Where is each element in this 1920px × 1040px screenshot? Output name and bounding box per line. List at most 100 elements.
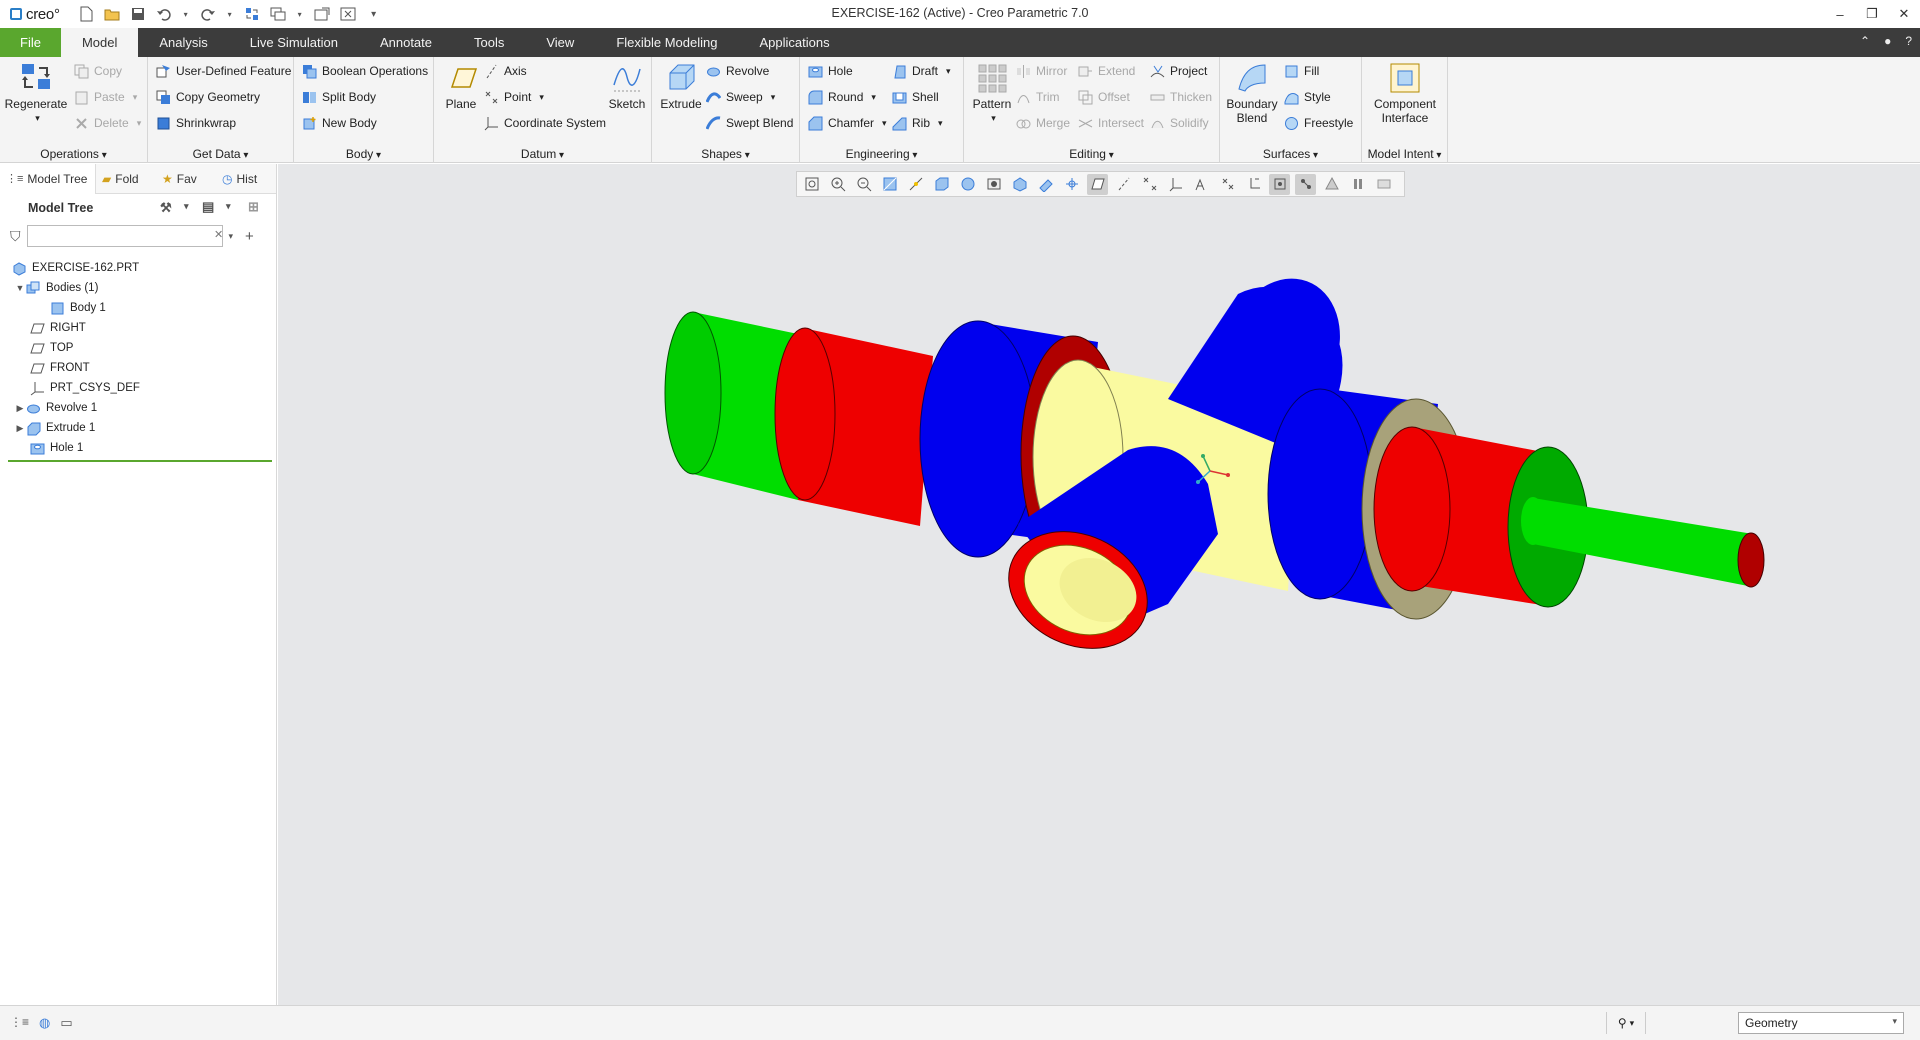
tab-model[interactable]: Model (60, 28, 139, 57)
boolean-operations-button[interactable]: Boolean Operations (302, 61, 428, 81)
tree-item-hole-1[interactable]: Hole 1 (0, 438, 276, 458)
toggle-navigator-icon[interactable]: ⋮≡ (10, 1015, 29, 1031)
pause-icon[interactable] (1347, 174, 1368, 195)
coordinate-system-button[interactable]: Coordinate System (484, 113, 606, 133)
tree-item-part[interactable]: EXERCISE-162.PRT (0, 258, 276, 278)
plane-display-icon[interactable] (1087, 173, 1108, 195)
undo-dropdown-icon[interactable]: ▾ (182, 6, 190, 22)
intersect-button[interactable]: Intersect (1078, 113, 1144, 133)
tree-item-csys[interactable]: PRT_CSYS_DEF (0, 378, 276, 398)
regenerate-icon[interactable] (244, 6, 260, 22)
tree-search-input[interactable] (26, 225, 223, 247)
tree-item-body-1[interactable]: Body 1 (0, 298, 276, 318)
point-button[interactable]: Point ▾ (484, 87, 544, 107)
group-label-model-intent[interactable]: Model Intent (1362, 147, 1447, 161)
paste-button[interactable]: Paste ▾ (74, 87, 137, 107)
shrinkwrap-button[interactable]: Shrinkwrap (156, 113, 236, 133)
tab-model-tree[interactable]: ⋮≡ Model Tree (0, 163, 96, 194)
help-icon[interactable]: ? (1905, 34, 1912, 48)
annotation-display-icon[interactable] (1191, 174, 1212, 195)
shell-button[interactable]: Shell (892, 87, 939, 107)
filter-icon[interactable]: ⛉ (10, 228, 21, 245)
minimize-ribbon-icon[interactable]: ⌃ (1860, 34, 1870, 48)
group-label-engineering[interactable]: Engineering (800, 147, 963, 161)
tree-item-top-plane[interactable]: TOP (0, 338, 276, 358)
draft-button[interactable]: Draft ▾ (892, 61, 951, 81)
point-tag-display-icon[interactable] (1217, 174, 1238, 195)
3d-notes-display-icon[interactable] (1295, 173, 1316, 195)
csys-display-icon[interactable] (1165, 174, 1186, 195)
tab-tools[interactable]: Tools (453, 28, 525, 57)
round-button[interactable]: Round ▾ (808, 87, 876, 107)
boundary-blend-button[interactable]: Boundary Blend (1224, 61, 1280, 125)
pattern-dropdown-icon[interactable]: ▾ (991, 111, 996, 125)
tree-item-revolve-1[interactable]: ▶ Revolve 1 (0, 398, 276, 418)
appearance-icon[interactable] (1035, 174, 1056, 195)
plane-button[interactable]: Plane (438, 61, 484, 111)
group-label-operations[interactable]: Operations (0, 147, 147, 161)
collapse-icon[interactable]: ▼ (14, 283, 26, 293)
notification-icon[interactable]: ● (1884, 34, 1891, 48)
tab-favorites[interactable]: ★ Fav (156, 164, 216, 194)
tree-item-right-plane[interactable]: RIGHT (0, 318, 276, 338)
regenerate-dropdown-icon[interactable]: ▾ (35, 111, 40, 125)
group-label-shapes[interactable]: Shapes (652, 147, 799, 161)
group-label-get-data[interactable]: Get Data (148, 147, 293, 161)
graphics-window[interactable] (278, 164, 1920, 1005)
tab-applications[interactable]: Applications (738, 28, 850, 57)
refit-icon[interactable] (801, 174, 822, 195)
rib-button[interactable]: Rib ▾ (892, 113, 943, 133)
new-body-button[interactable]: New Body (302, 113, 377, 133)
switch-window-icon[interactable] (314, 6, 330, 22)
solidify-button[interactable]: Solidify (1150, 113, 1209, 133)
save-icon[interactable] (130, 6, 146, 22)
tree-item-front-plane[interactable]: FRONT (0, 358, 276, 378)
saved-orientations-icon[interactable] (957, 174, 978, 195)
redo-dropdown-icon[interactable]: ▾ (226, 6, 234, 22)
point-display-icon[interactable] (1139, 174, 1160, 195)
close-window-icon[interactable] (340, 6, 356, 22)
view-manager-icon[interactable] (983, 174, 1004, 195)
tab-flexible-modeling[interactable]: Flexible Modeling (595, 28, 738, 57)
tab-folder-browser[interactable]: ▰ Fold (96, 164, 156, 194)
expand-icon[interactable]: ▶ (14, 423, 26, 434)
restore-button[interactable]: ❐ (1856, 0, 1888, 28)
chamfer-button[interactable]: Chamfer ▾ (808, 113, 887, 133)
pattern-button[interactable]: Pattern ▾ (968, 61, 1016, 125)
windows-dropdown-icon[interactable]: ▾ (296, 6, 304, 22)
undo-icon[interactable] (156, 6, 172, 22)
swept-blend-button[interactable]: Swept Blend (705, 113, 793, 133)
axis-button[interactable]: Axis (484, 61, 527, 81)
zoom-in-icon[interactable] (827, 174, 848, 195)
spin-center-display-icon[interactable] (1269, 173, 1290, 195)
tab-live-simulation[interactable]: Live Simulation (229, 28, 359, 57)
show-icon[interactable]: ▤ (202, 199, 214, 215)
expand-icon[interactable]: ▶ (14, 403, 26, 414)
tree-settings-icon[interactable]: ⚒ (160, 200, 172, 216)
copy-geometry-button[interactable]: Copy Geometry (156, 87, 260, 107)
spin-center-icon[interactable] (1061, 174, 1082, 195)
find-button[interactable]: ⚲ ▾ (1606, 1012, 1646, 1034)
search-dropdown-icon[interactable]: ▾ (229, 231, 234, 242)
display-style-icon[interactable] (931, 174, 952, 195)
csys-tag-display-icon[interactable] (1243, 174, 1264, 195)
user-defined-feature-button[interactable]: User-Defined Feature (156, 61, 291, 81)
tree-item-extrude-1[interactable]: ▶ Extrude 1 (0, 418, 276, 438)
tab-file[interactable]: File (0, 28, 61, 57)
toggle-browser-icon[interactable]: ◍ (39, 1015, 50, 1031)
group-label-body[interactable]: Body (294, 147, 433, 161)
tree-columns-icon[interactable]: ⊞ (248, 199, 259, 215)
split-body-button[interactable]: Split Body (302, 87, 376, 107)
minimize-button[interactable]: – (1824, 0, 1856, 28)
component-interface-button[interactable]: Component Interface (1366, 61, 1444, 125)
merge-button[interactable]: Merge (1016, 113, 1070, 133)
repaint-icon[interactable] (879, 174, 900, 195)
tree-settings-dropdown-icon[interactable]: ▾ (184, 201, 189, 212)
group-label-datum[interactable]: Datum (434, 147, 651, 161)
extrude-button[interactable]: Extrude (656, 61, 706, 111)
regenerate-button[interactable]: Regenerate ▾ (4, 61, 68, 125)
add-filter-icon[interactable]: + (245, 228, 254, 245)
mirror-button[interactable]: Mirror (1016, 61, 1067, 81)
project-button[interactable]: Project (1150, 61, 1207, 81)
perspective-view-icon[interactable] (905, 174, 926, 195)
